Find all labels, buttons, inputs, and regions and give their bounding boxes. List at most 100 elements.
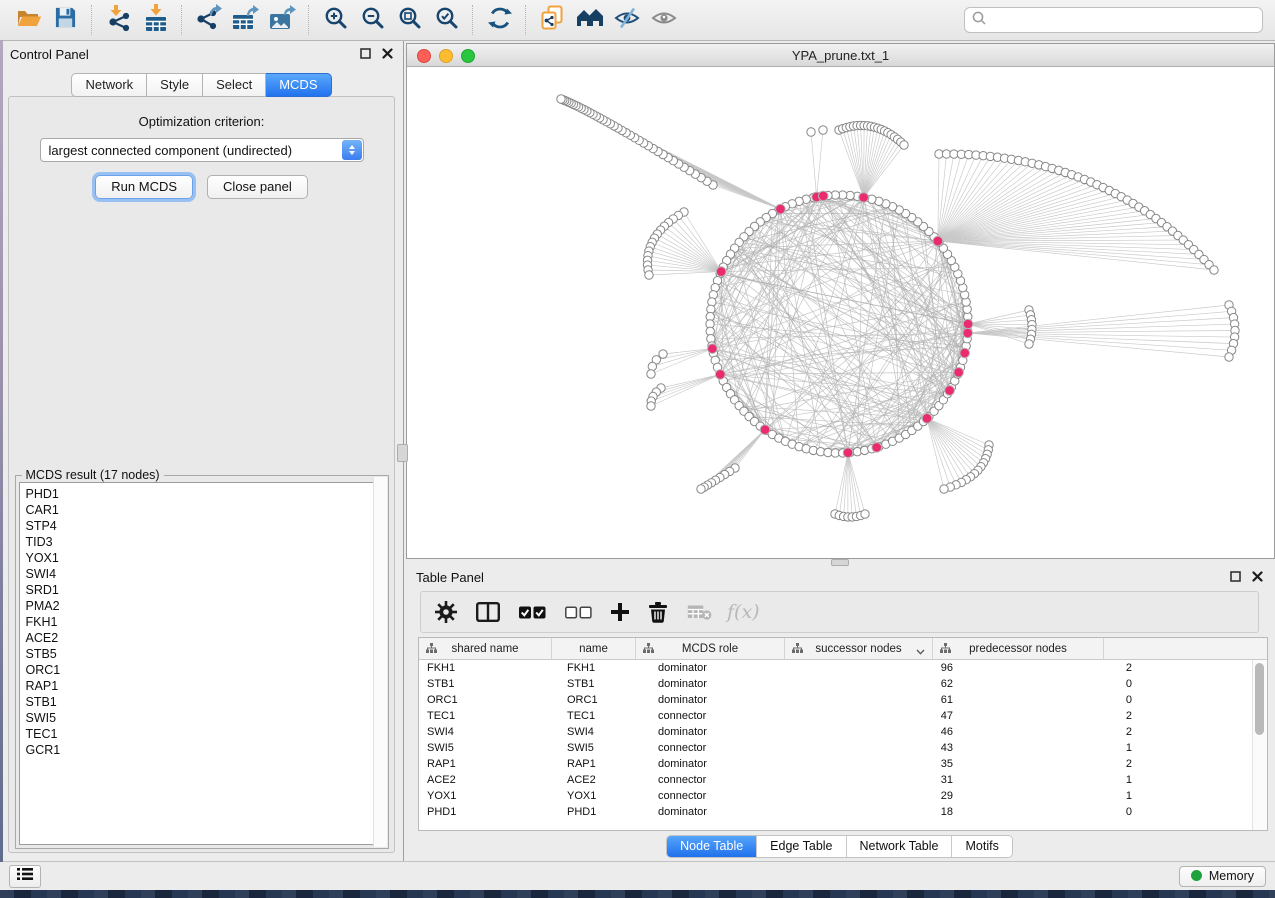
table-row[interactable]: SWI5SWI5connector431 bbox=[419, 740, 1267, 756]
memory-button[interactable]: Memory bbox=[1179, 866, 1266, 887]
float-panel-icon[interactable] bbox=[360, 47, 371, 62]
close-table-panel-icon[interactable] bbox=[1252, 570, 1263, 585]
tab-mcds[interactable]: MCDS bbox=[266, 73, 331, 97]
column-header-label: shared name bbox=[451, 643, 518, 655]
table-row[interactable]: SWI4SWI4dominator462 bbox=[419, 724, 1267, 740]
dropdown-stepper-icon bbox=[342, 140, 362, 160]
sort-chevron-icon[interactable] bbox=[916, 646, 925, 658]
mcds-result-item[interactable]: ACE2 bbox=[26, 630, 384, 646]
mcds-result-item[interactable]: TEC1 bbox=[26, 726, 384, 742]
horizontal-splitter-grip[interactable] bbox=[831, 559, 849, 566]
zoom-selected-button[interactable] bbox=[428, 3, 465, 37]
maximize-window-icon[interactable] bbox=[461, 49, 475, 63]
tab-network[interactable]: Network bbox=[71, 73, 147, 97]
mcds-result-item[interactable]: SWI5 bbox=[26, 710, 384, 726]
table-settings-button[interactable] bbox=[435, 601, 457, 623]
mcds-result-item[interactable]: STP4 bbox=[26, 518, 384, 534]
column-header-successor-nodes[interactable]: successor nodes bbox=[785, 638, 933, 659]
zoom-in-button[interactable] bbox=[317, 3, 354, 37]
table-row[interactable]: YOX1YOX1connector291 bbox=[419, 788, 1267, 804]
table-row[interactable]: STB1STB1dominator620 bbox=[419, 676, 1267, 692]
table-cell-predecessor-nodes: 2 bbox=[962, 758, 1141, 770]
function-builder-button[interactable]: f(x) bbox=[727, 601, 760, 623]
mcds-result-item[interactable]: RAP1 bbox=[26, 678, 384, 694]
mcds-result-item[interactable]: PHD1 bbox=[26, 486, 384, 502]
tab-motifs[interactable]: Motifs bbox=[952, 836, 1011, 857]
tab-select[interactable]: Select bbox=[203, 73, 266, 97]
eye-icon bbox=[651, 8, 677, 33]
toolbar bbox=[0, 0, 1275, 41]
close-window-icon[interactable] bbox=[417, 49, 431, 63]
column-header-mcds-role[interactable]: MCDS role bbox=[636, 638, 785, 659]
mcds-list-scrollbar[interactable] bbox=[373, 477, 387, 847]
mcds-result-item[interactable]: CAR1 bbox=[26, 502, 384, 518]
import-network-button[interactable] bbox=[100, 3, 137, 37]
import-table-button[interactable] bbox=[137, 3, 174, 37]
tab-network-table[interactable]: Network Table bbox=[847, 836, 953, 857]
tab-node-table[interactable]: Node Table bbox=[667, 836, 757, 857]
column-header-name[interactable]: name bbox=[552, 638, 636, 659]
close-panel-icon[interactable] bbox=[382, 47, 393, 62]
mcds-result-item[interactable]: GCR1 bbox=[26, 742, 384, 758]
criterion-dropdown[interactable]: largest connected component (undirected) bbox=[40, 138, 364, 162]
table-cell-shared-name: PHD1 bbox=[419, 806, 559, 818]
delete-column-button[interactable] bbox=[648, 601, 668, 623]
refresh-button[interactable] bbox=[481, 3, 518, 37]
mcds-result-item[interactable]: SRD1 bbox=[26, 582, 384, 598]
mcds-result-item[interactable]: FKH1 bbox=[26, 614, 384, 630]
duplicate-network-button[interactable] bbox=[534, 3, 571, 37]
table-cell-predecessor-nodes: 1 bbox=[962, 774, 1141, 786]
zoom-fit-button[interactable] bbox=[391, 3, 428, 37]
table-row[interactable]: RAP1RAP1dominator352 bbox=[419, 756, 1267, 772]
zoom-out-button[interactable] bbox=[354, 3, 391, 37]
mcds-result-item[interactable]: TID3 bbox=[26, 534, 384, 550]
search-input[interactable] bbox=[991, 9, 1262, 31]
open-file-button[interactable] bbox=[10, 3, 47, 37]
column-header-shared-name[interactable]: shared name bbox=[419, 638, 552, 659]
minimize-window-icon[interactable] bbox=[439, 49, 453, 63]
vertical-splitter-grip[interactable] bbox=[397, 444, 408, 462]
network-canvas[interactable] bbox=[407, 67, 1274, 558]
mcds-result-item[interactable]: STB1 bbox=[26, 694, 384, 710]
horizontal-splitter[interactable] bbox=[404, 559, 1275, 566]
column-header-label: name bbox=[579, 643, 608, 655]
split-panel-button[interactable] bbox=[476, 602, 500, 622]
task-history-button[interactable] bbox=[9, 865, 41, 888]
export-image-button[interactable] bbox=[264, 3, 301, 37]
mcds-result-item[interactable]: STB5 bbox=[26, 646, 384, 662]
table-cell-name: TEC1 bbox=[559, 710, 650, 722]
table-row[interactable]: PHD1PHD1dominator180 bbox=[419, 804, 1267, 820]
tree-column-icon bbox=[792, 643, 803, 656]
export-table-button[interactable] bbox=[227, 3, 264, 37]
table-scrollbar-thumb[interactable] bbox=[1255, 663, 1264, 735]
run-mcds-button[interactable]: Run MCDS bbox=[95, 175, 193, 199]
float-table-panel-icon[interactable] bbox=[1230, 570, 1241, 585]
memory-status-icon bbox=[1191, 870, 1202, 881]
mcds-result-item[interactable]: SWI4 bbox=[26, 566, 384, 582]
mcds-result-item[interactable]: ORC1 bbox=[26, 662, 384, 678]
desktop-wallpaper-edge bbox=[0, 40, 3, 862]
hide-selected-button[interactable] bbox=[608, 3, 645, 37]
select-all-rows-button[interactable] bbox=[519, 606, 546, 619]
deselect-all-rows-button[interactable] bbox=[565, 606, 592, 619]
tab-edge-table[interactable]: Edge Table bbox=[757, 836, 846, 857]
export-network-button[interactable] bbox=[190, 3, 227, 37]
table-row[interactable]: TEC1TEC1connector472 bbox=[419, 708, 1267, 724]
table-row[interactable]: FKH1FKH1dominator962 bbox=[419, 660, 1267, 676]
table-row[interactable]: ACE2ACE2connector311 bbox=[419, 772, 1267, 788]
delete-table-button[interactable] bbox=[687, 604, 712, 620]
tree-column-icon bbox=[940, 643, 951, 656]
home-view-button[interactable] bbox=[571, 3, 608, 37]
network-window-titlebar[interactable]: YPA_prune.txt_1 bbox=[407, 44, 1274, 67]
add-column-button[interactable] bbox=[611, 603, 629, 621]
show-all-button[interactable] bbox=[645, 3, 682, 37]
table-scrollbar[interactable] bbox=[1252, 660, 1267, 830]
mcds-result-item[interactable]: YOX1 bbox=[26, 550, 384, 566]
tab-style[interactable]: Style bbox=[147, 73, 203, 97]
export-image-icon bbox=[269, 5, 297, 36]
mcds-result-item[interactable]: PMA2 bbox=[26, 598, 384, 614]
column-header-predecessor-nodes[interactable]: predecessor nodes bbox=[933, 638, 1104, 659]
table-row[interactable]: ORC1ORC1dominator610 bbox=[419, 692, 1267, 708]
save-session-button[interactable] bbox=[47, 3, 84, 37]
close-panel-button[interactable]: Close panel bbox=[207, 175, 308, 199]
